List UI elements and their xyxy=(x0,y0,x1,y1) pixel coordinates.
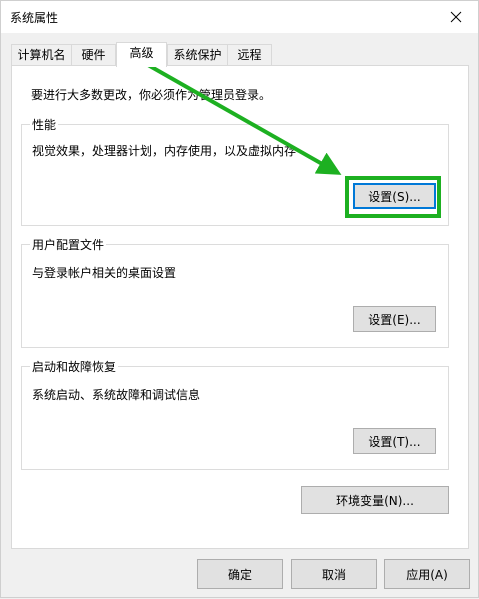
startup-recovery-group: 启动和故障恢复 系统启动、系统故障和调试信息 设置(T)... xyxy=(21,358,449,470)
cancel-button[interactable]: 取消 xyxy=(291,559,377,589)
user-profiles-settings-button[interactable]: 设置(E)... xyxy=(353,306,436,332)
close-button[interactable] xyxy=(434,1,478,33)
tab-computer-name[interactable]: 计算机名 xyxy=(11,44,72,66)
performance-description: 视觉效果，处理器计划，内存使用，以及虚拟内存 xyxy=(32,144,297,158)
user-profiles-group: 用户配置文件 与登录帐户相关的桌面设置 设置(E)... xyxy=(21,236,449,348)
admin-note: 要进行大多数更改，你必须作为管理员登录。 xyxy=(31,88,272,102)
user-profiles-description: 与登录帐户相关的桌面设置 xyxy=(32,266,177,280)
tab-advanced[interactable]: 高级 xyxy=(116,42,167,67)
advanced-tab-panel: 要进行大多数更改，你必须作为管理员登录。 性能 视觉效果，处理器计划，内存使用，… xyxy=(11,65,469,549)
system-properties-window: 系统属性 计算机名 硬件 高级 系统保护 远程 要进行大多数更改，你必须作为管理… xyxy=(0,0,479,598)
performance-settings-button[interactable]: 设置(S)... xyxy=(353,183,436,209)
startup-recovery-description: 系统启动、系统故障和调试信息 xyxy=(32,388,201,402)
startup-recovery-group-title: 启动和故障恢复 xyxy=(30,358,119,375)
tab-strip: 计算机名 硬件 高级 系统保护 远程 xyxy=(1,42,479,67)
performance-group: 性能 视觉效果，处理器计划，内存使用，以及虚拟内存 设置(S)... xyxy=(21,116,449,226)
tab-hardware[interactable]: 硬件 xyxy=(71,44,116,66)
title-bar: 系统属性 xyxy=(1,1,478,33)
performance-group-title: 性能 xyxy=(30,116,59,133)
environment-variables-button[interactable]: 环境变量(N)... xyxy=(301,486,449,514)
window-title: 系统属性 xyxy=(10,11,59,25)
tab-system-protection[interactable]: 系统保护 xyxy=(167,44,228,66)
startup-recovery-settings-button[interactable]: 设置(T)... xyxy=(353,428,436,454)
apply-button[interactable]: 应用(A) xyxy=(384,559,470,589)
user-profiles-group-title: 用户配置文件 xyxy=(30,236,107,253)
tab-remote[interactable]: 远程 xyxy=(227,44,272,66)
ok-button[interactable]: 确定 xyxy=(197,559,283,589)
close-icon xyxy=(450,11,462,23)
